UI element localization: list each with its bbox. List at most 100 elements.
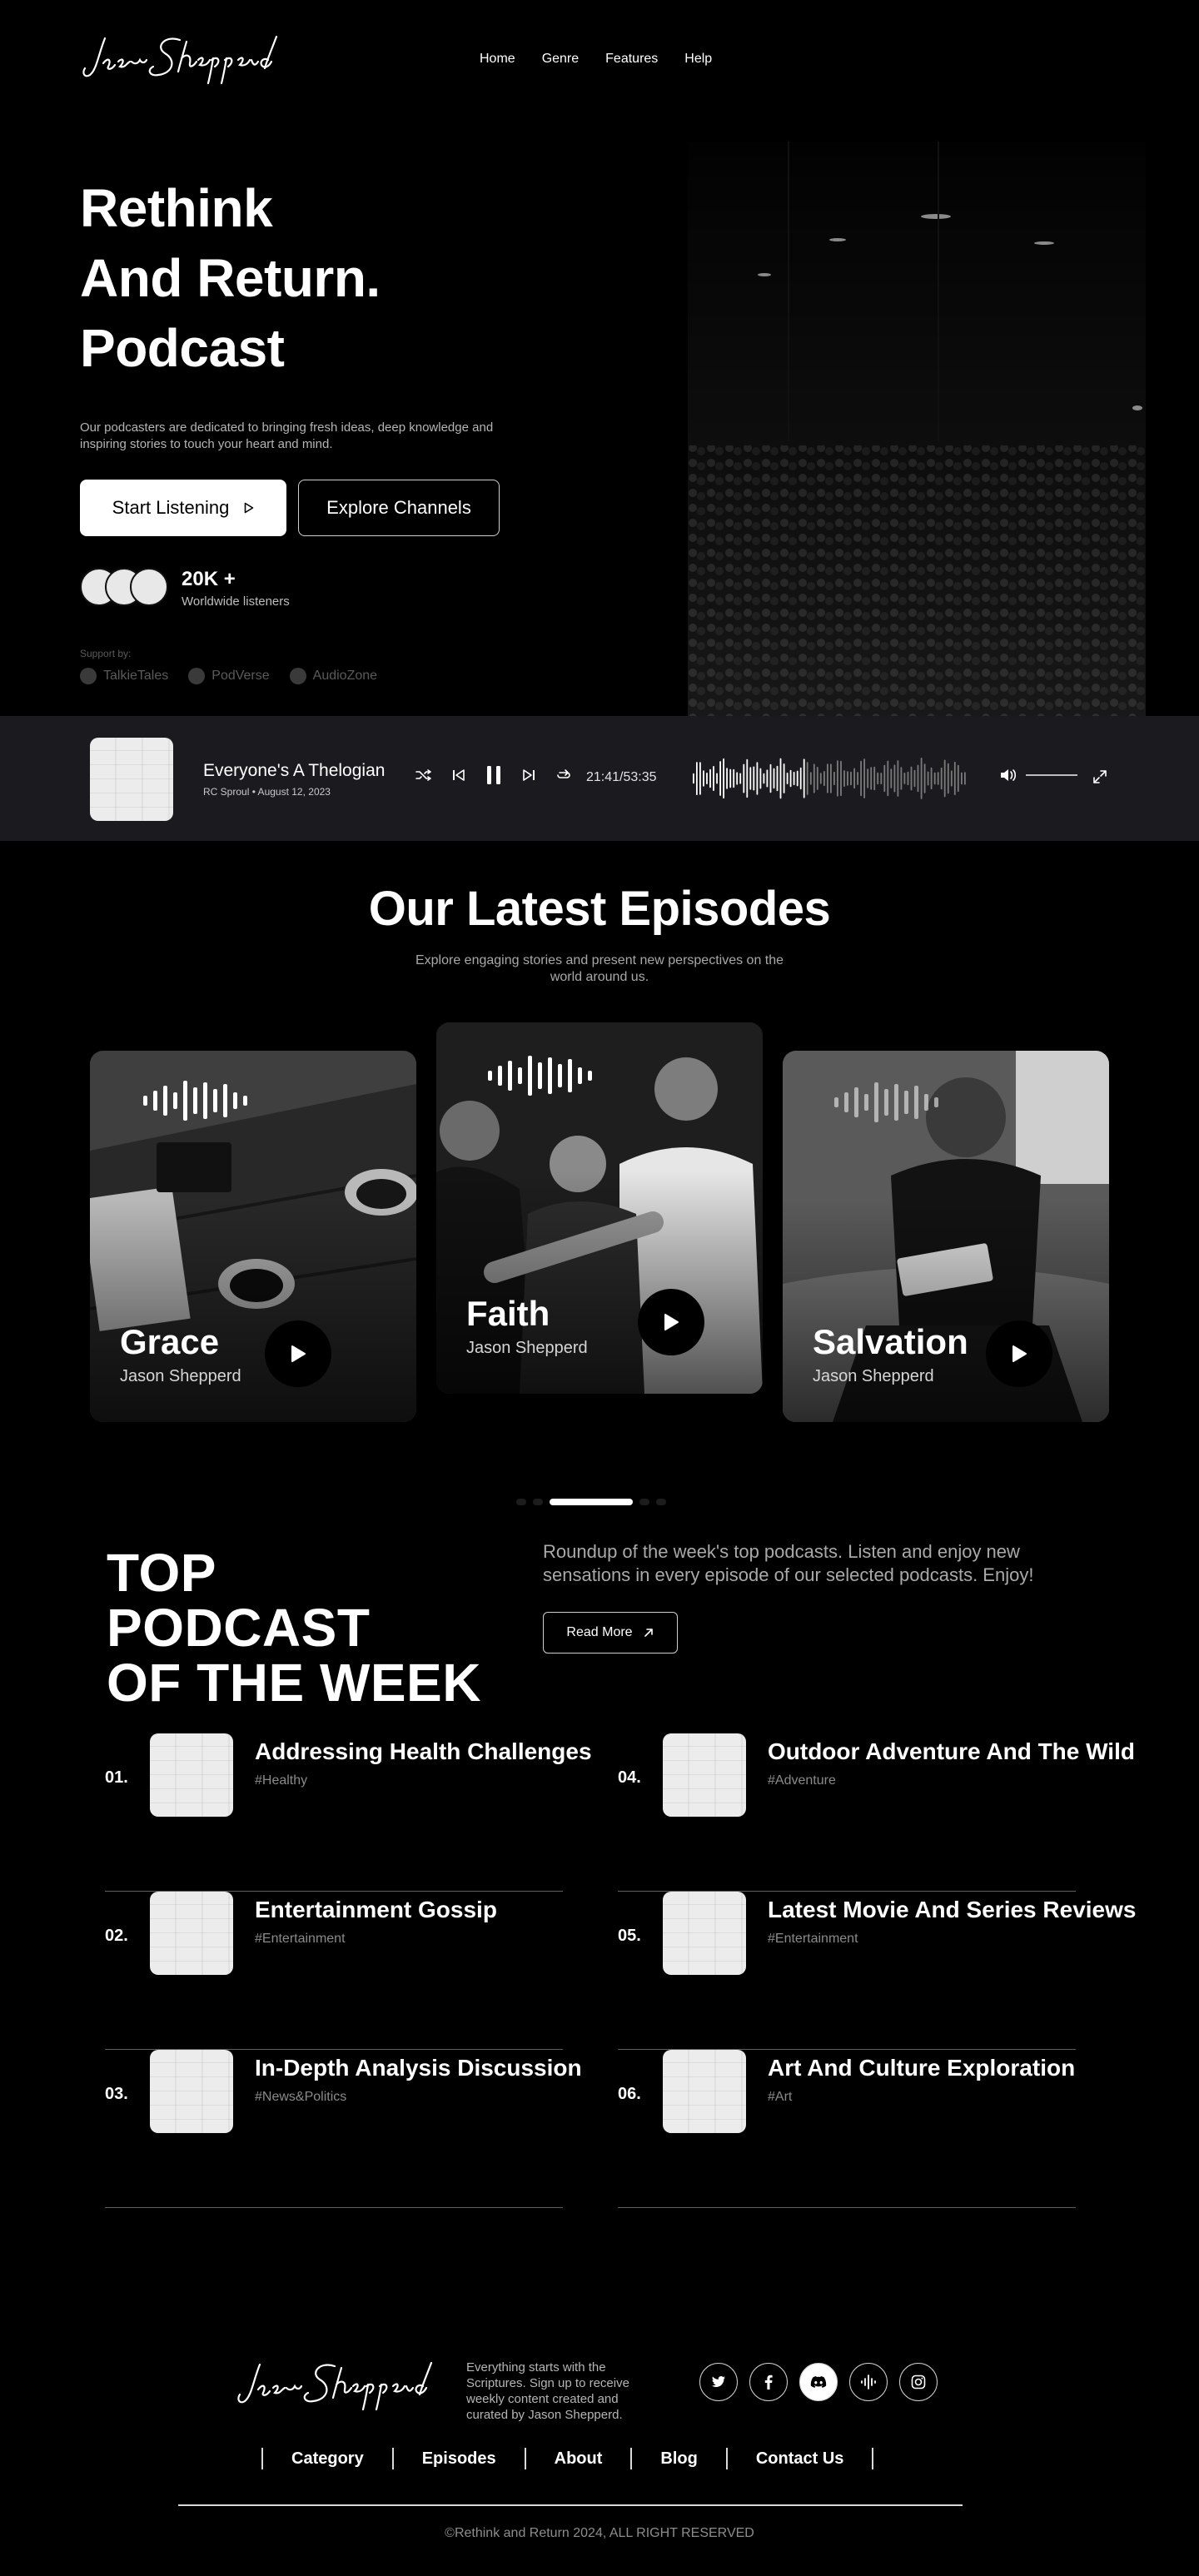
volume-icon[interactable]: [999, 768, 1017, 783]
nav-features[interactable]: Features: [605, 52, 658, 67]
episode-card-grace[interactable]: Grace Jason Shepperd: [90, 1051, 416, 1422]
waveform-bar: [853, 768, 855, 789]
facebook-link[interactable]: [749, 2363, 788, 2401]
waveform-bar: [937, 772, 939, 785]
podverse-icon: [188, 668, 206, 684]
shuffle-button[interactable]: [415, 766, 433, 784]
podcast-rank: 04.: [618, 1768, 641, 1787]
listener-label: Worldwide listeners: [182, 594, 290, 609]
footer-logo[interactable]: [235, 2356, 460, 2414]
carousel-pagination: [516, 1499, 666, 1505]
episode-title: Faith: [466, 1294, 550, 1333]
waveform-bar: [867, 768, 869, 788]
partner-logos: TalkieTales PodVerse AudioZone: [80, 668, 377, 684]
podcast-item[interactable]: 01. Addressing Health Challenges #Health…: [105, 1733, 592, 1892]
listener-count: 20K +: [182, 568, 236, 590]
waveform-bar: [833, 771, 835, 786]
partner-talkietales: TalkieTales: [80, 668, 168, 684]
footer-link-category[interactable]: Category: [263, 2449, 392, 2469]
waveform-bar: [863, 758, 865, 798]
talkietales-icon: [80, 668, 97, 684]
waveform-bar: [961, 772, 963, 785]
waveform-bar: [903, 773, 906, 784]
hero-description: Our podcasters are dedicated to bringing…: [80, 420, 494, 451]
episode-author: Jason Shepperd: [466, 1339, 588, 1357]
waveform-bar: [940, 767, 943, 790]
footer-link-blog[interactable]: Blog: [632, 2449, 725, 2469]
podcast-title: In-Depth Analysis Discussion: [255, 2055, 582, 2081]
waveform-bar: [900, 767, 903, 790]
pause-button[interactable]: [485, 766, 503, 784]
waveform-bar: [907, 771, 909, 786]
waveform-bar: [917, 764, 919, 793]
waveform-bar: [933, 772, 936, 785]
waveform-bar: [693, 773, 694, 784]
play-button[interactable]: [265, 1320, 331, 1387]
carousel-dot[interactable]: [639, 1499, 649, 1505]
footer-link-about[interactable]: About: [526, 2449, 631, 2469]
waveform-bar: [880, 773, 883, 784]
carousel-dot-active[interactable]: [550, 1499, 633, 1505]
waveform-bar: [927, 771, 929, 786]
waveform-bar: [796, 770, 799, 787]
carousel-dot[interactable]: [533, 1499, 543, 1505]
podcast-thumbnail: [663, 1733, 746, 1817]
start-listening-button[interactable]: Start Listening: [80, 480, 286, 536]
episode-card-salvation[interactable]: Salvation Jason Shepperd: [783, 1051, 1109, 1422]
waveform-bar: [756, 762, 759, 795]
read-more-button[interactable]: Read More: [543, 1612, 678, 1654]
hero-title-line-3: Podcast: [80, 318, 285, 378]
footer-link-contact[interactable]: Contact Us: [728, 2449, 873, 2469]
progress-waveform[interactable]: [693, 758, 968, 799]
nav-help[interactable]: Help: [684, 52, 712, 67]
waveform-bar: [716, 773, 718, 784]
discord-icon: [810, 2376, 827, 2388]
social-links: [699, 2363, 938, 2401]
volume-slider[interactable]: [1026, 774, 1077, 776]
waveform-bar: [883, 764, 886, 793]
play-button[interactable]: [638, 1289, 704, 1355]
podcast-item[interactable]: 03. In-Depth Analysis Discussion #News&P…: [105, 2050, 582, 2208]
waveform-bar: [823, 771, 825, 787]
waveform-bar: [923, 763, 926, 793]
instagram-link[interactable]: [899, 2363, 938, 2401]
podcast-item[interactable]: 06. Art And Culture Exploration #Art: [618, 2050, 1076, 2208]
waveform-bar: [706, 773, 708, 784]
brand-logo[interactable]: [80, 30, 305, 88]
waveform-bar: [830, 763, 832, 793]
carousel-dot[interactable]: [656, 1499, 666, 1505]
waveform-bar: [857, 772, 858, 785]
explore-channels-button[interactable]: Explore Channels: [298, 480, 500, 536]
podcast-link[interactable]: [849, 2363, 888, 2401]
nav-home[interactable]: Home: [480, 52, 515, 67]
podcast-item[interactable]: 04. Outdoor Adventure And The Wild #Adve…: [618, 1733, 1135, 1892]
nav-genre[interactable]: Genre: [542, 52, 579, 67]
repeat-button[interactable]: [555, 766, 573, 784]
top-title-line-2: OF THE WEEK: [107, 1653, 481, 1713]
podcast-tag: #Entertainment: [768, 1932, 858, 1946]
waveform-bar: [930, 767, 933, 790]
play-button[interactable]: [986, 1320, 1052, 1387]
episode-card-faith[interactable]: Faith Jason Shepperd: [436, 1022, 763, 1394]
repeat-icon: [557, 769, 570, 778]
waveform-bar: [793, 771, 795, 786]
carousel-dot[interactable]: [516, 1499, 526, 1505]
podcast-icon: [861, 2375, 876, 2390]
expand-icon[interactable]: [1092, 769, 1107, 784]
podcast-tag: #Art: [768, 2090, 793, 2104]
waveform-bar: [957, 764, 959, 793]
footer-link-episodes[interactable]: Episodes: [394, 2449, 525, 2469]
latest-episodes-subtitle: Explore engaging stories and present new…: [415, 953, 784, 984]
twitter-link[interactable]: [699, 2363, 738, 2401]
next-button[interactable]: [520, 766, 538, 784]
podcast-item[interactable]: 05. Latest Movie And Series Reviews #Ent…: [618, 1892, 1136, 2050]
volume-control: [999, 768, 1077, 783]
podcast-item[interactable]: 02. Entertainment Gossip #Entertainment: [105, 1892, 563, 2050]
discord-link[interactable]: [799, 2363, 838, 2401]
episode-author: Jason Shepperd: [120, 1367, 241, 1385]
episode-title: Salvation: [813, 1322, 968, 1361]
play-icon: [291, 1345, 306, 1362]
waveform-bar: [773, 768, 775, 789]
player-track-title: Everyone's A Thelogian: [203, 761, 386, 780]
previous-button[interactable]: [450, 766, 468, 784]
